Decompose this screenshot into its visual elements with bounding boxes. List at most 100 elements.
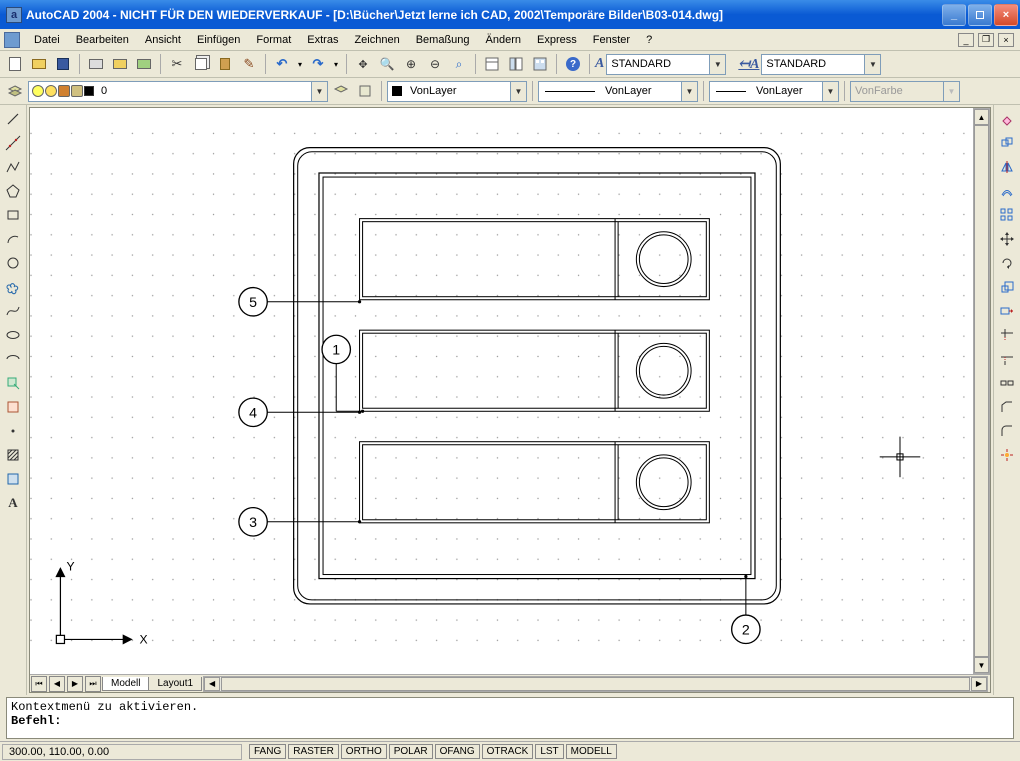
layer-states-button[interactable] bbox=[354, 80, 376, 102]
menu-express[interactable]: Express bbox=[529, 32, 585, 48]
layer-combo[interactable]: 0▼ bbox=[28, 81, 328, 102]
arc-button[interactable] bbox=[2, 228, 24, 250]
zoom-flyout-button[interactable]: ⌕ bbox=[448, 53, 470, 75]
toggle-fang[interactable]: FANG bbox=[249, 744, 286, 759]
xline-button[interactable] bbox=[2, 132, 24, 154]
vertical-scrollbar[interactable]: ▲ ▼ bbox=[973, 108, 990, 674]
maximize-button[interactable] bbox=[968, 4, 992, 26]
tab-next-button[interactable]: ▶ bbox=[67, 676, 83, 692]
tab-prev-button[interactable]: ◀ bbox=[49, 676, 65, 692]
make-block-button[interactable] bbox=[2, 396, 24, 418]
toggle-ortho[interactable]: ORTHO bbox=[341, 744, 387, 759]
save-button[interactable] bbox=[52, 53, 74, 75]
matchprop-button[interactable]: ✎ bbox=[238, 53, 260, 75]
toggle-lst[interactable]: LST bbox=[535, 744, 563, 759]
publish-button[interactable] bbox=[133, 53, 155, 75]
horizontal-scrollbar[interactable]: ◀ ▶ bbox=[203, 676, 988, 692]
toggle-otrack[interactable]: OTRACK bbox=[482, 744, 534, 759]
zoom-realtime-button[interactable]: 🔍 bbox=[376, 53, 398, 75]
explode-button[interactable] bbox=[996, 444, 1018, 466]
close-button[interactable]: × bbox=[994, 4, 1018, 26]
move-button[interactable] bbox=[996, 228, 1018, 250]
scroll-right-button[interactable]: ▶ bbox=[971, 677, 987, 691]
menu-zeichnen[interactable]: Zeichnen bbox=[346, 32, 407, 48]
properties-button[interactable] bbox=[481, 53, 503, 75]
copy-obj-button[interactable] bbox=[996, 132, 1018, 154]
region-button[interactable] bbox=[2, 468, 24, 490]
point-button[interactable] bbox=[2, 420, 24, 442]
cut-button[interactable]: ✂ bbox=[166, 53, 188, 75]
linetype-combo[interactable]: VonLayer▼ bbox=[538, 81, 698, 102]
toggle-polar[interactable]: POLAR bbox=[389, 744, 433, 759]
pan-button[interactable]: ✥ bbox=[352, 53, 374, 75]
menu-fenster[interactable]: Fenster bbox=[585, 32, 638, 48]
coords-readout[interactable]: 300.00, 110.00, 0.00 bbox=[2, 744, 242, 760]
spline-button[interactable] bbox=[2, 300, 24, 322]
lineweight-combo[interactable]: VonLayer▼ bbox=[709, 81, 839, 102]
scroll-up-button[interactable]: ▲ bbox=[974, 109, 989, 125]
menu-bearbeiten[interactable]: Bearbeiten bbox=[68, 32, 137, 48]
scale-button[interactable] bbox=[996, 276, 1018, 298]
undo-button[interactable]: ↶ bbox=[271, 53, 293, 75]
scroll-down-button[interactable]: ▼ bbox=[974, 657, 989, 673]
menu-ansicht[interactable]: Ansicht bbox=[137, 32, 189, 48]
redo-dropdown[interactable]: ▾ bbox=[331, 53, 341, 75]
hatch-button[interactable] bbox=[2, 444, 24, 466]
copy-button[interactable] bbox=[190, 53, 212, 75]
tab-first-button[interactable]: ⏮ bbox=[31, 676, 47, 692]
undo-dropdown[interactable]: ▾ bbox=[295, 53, 305, 75]
command-line[interactable]: Kontextmenü zu aktivieren. Befehl: bbox=[6, 697, 1014, 739]
line-button[interactable] bbox=[2, 108, 24, 130]
stretch-button[interactable] bbox=[996, 300, 1018, 322]
toggle-modell[interactable]: MODELL bbox=[566, 744, 617, 759]
plot-preview-button[interactable] bbox=[109, 53, 131, 75]
dimstyle-combo[interactable]: STANDARD▼ bbox=[761, 54, 881, 75]
mtext-button[interactable]: A bbox=[2, 492, 24, 514]
array-button[interactable] bbox=[996, 204, 1018, 226]
break-button[interactable] bbox=[996, 372, 1018, 394]
redo-button[interactable]: ↷ bbox=[307, 53, 329, 75]
rotate-button[interactable] bbox=[996, 252, 1018, 274]
menu-help[interactable]: ? bbox=[638, 32, 660, 48]
drawing-canvas[interactable]: 5 1 4 3 2 bbox=[30, 108, 973, 674]
menu-aendern[interactable]: Ändern bbox=[478, 32, 529, 48]
layer-previous-button[interactable] bbox=[330, 80, 352, 102]
revcloud-button[interactable] bbox=[2, 276, 24, 298]
toggle-ofang[interactable]: OFANG bbox=[435, 744, 480, 759]
offset-button[interactable] bbox=[996, 180, 1018, 202]
menu-format[interactable]: Format bbox=[248, 32, 299, 48]
rectangle-button[interactable] bbox=[2, 204, 24, 226]
paste-button[interactable] bbox=[214, 53, 236, 75]
vscroll-thumb[interactable] bbox=[974, 125, 989, 657]
tab-layout1[interactable]: Layout1 bbox=[148, 677, 202, 691]
trim-button[interactable] bbox=[996, 324, 1018, 346]
layer-manager-button[interactable] bbox=[4, 80, 26, 102]
menu-datei[interactable]: Datei bbox=[26, 32, 68, 48]
polyline-button[interactable] bbox=[2, 156, 24, 178]
mdi-close-button[interactable]: × bbox=[998, 33, 1014, 47]
polygon-button[interactable] bbox=[2, 180, 24, 202]
extend-button[interactable] bbox=[996, 348, 1018, 370]
minimize-button[interactable]: _ bbox=[942, 4, 966, 26]
designcenter-button[interactable] bbox=[505, 53, 527, 75]
zoom-window-button[interactable]: ⊕ bbox=[400, 53, 422, 75]
ellipse-button[interactable] bbox=[2, 324, 24, 346]
color-combo[interactable]: VonLayer▼ bbox=[387, 81, 527, 102]
help-button[interactable]: ? bbox=[562, 53, 584, 75]
new-button[interactable] bbox=[4, 53, 26, 75]
mdi-restore-button[interactable]: ❐ bbox=[978, 33, 994, 47]
textstyle-combo[interactable]: STANDARD▼ bbox=[606, 54, 726, 75]
hscroll-thumb[interactable] bbox=[221, 677, 970, 691]
scroll-left-button[interactable]: ◀ bbox=[204, 677, 220, 691]
mirror-button[interactable] bbox=[996, 156, 1018, 178]
mdi-minimize-button[interactable]: _ bbox=[958, 33, 974, 47]
menu-bemassung[interactable]: Bemaßung bbox=[408, 32, 478, 48]
circle-button[interactable] bbox=[2, 252, 24, 274]
ellipse-arc-button[interactable] bbox=[2, 348, 24, 370]
fillet-button[interactable] bbox=[996, 420, 1018, 442]
toggle-raster[interactable]: RASTER bbox=[288, 744, 339, 759]
menu-einfuegen[interactable]: Einfügen bbox=[189, 32, 248, 48]
toolpalettes-button[interactable] bbox=[529, 53, 551, 75]
erase-button[interactable] bbox=[996, 108, 1018, 130]
print-button[interactable] bbox=[85, 53, 107, 75]
